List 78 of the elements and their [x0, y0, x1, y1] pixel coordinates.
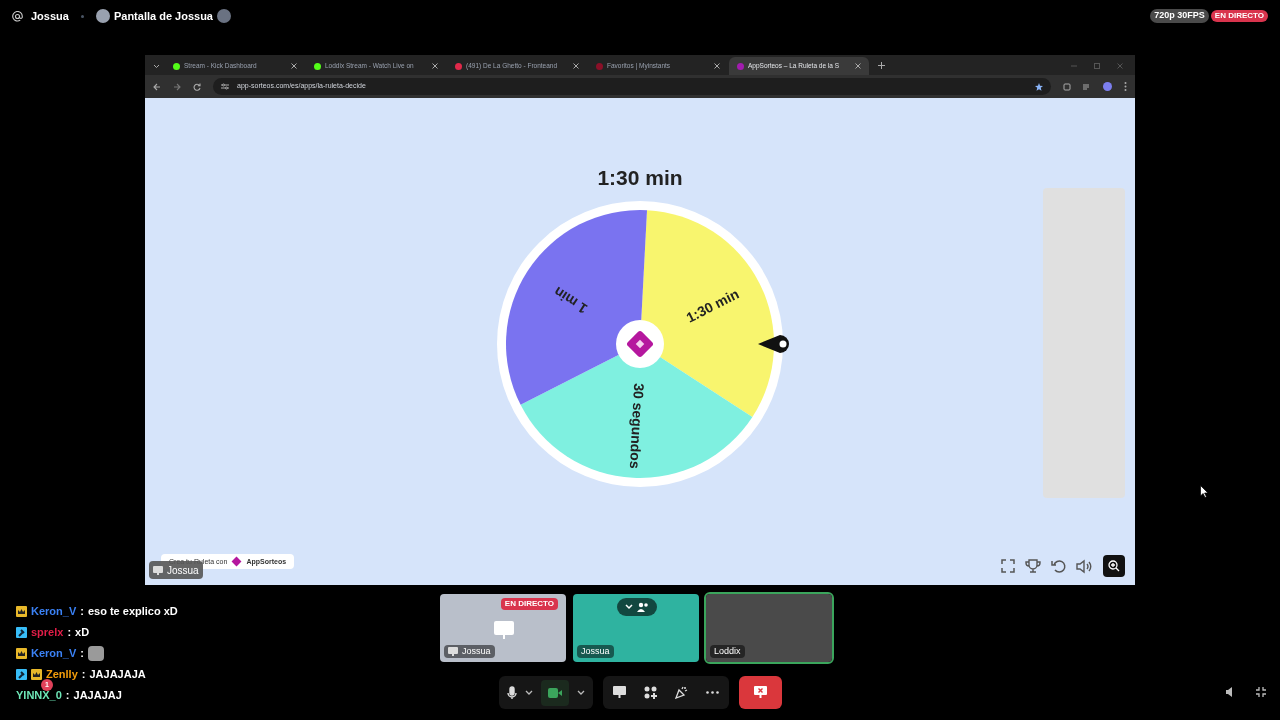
- party-popper-icon[interactable]: [675, 686, 688, 699]
- chat-message: JAJAJAJA: [89, 667, 146, 683]
- close-icon[interactable]: [573, 63, 579, 69]
- chat-separator: :: [67, 625, 72, 641]
- chat-username[interactable]: Keron_V: [31, 645, 77, 662]
- close-icon[interactable]: [855, 63, 861, 69]
- microphone-icon[interactable]: [507, 685, 517, 700]
- video-tile[interactable]: EN DIRECTO Jossua: [438, 592, 568, 664]
- screen-icon: [153, 565, 163, 575]
- segment-label: 1:30 min: [683, 285, 742, 326]
- result-title: 1:30 min: [597, 165, 683, 191]
- chevron-down-icon[interactable]: [577, 689, 585, 696]
- stream-title: Pantalla de Jossua: [113, 8, 213, 24]
- crown-badge-icon: [31, 669, 42, 680]
- quality-badge: 720p 30FPS: [1150, 9, 1209, 23]
- profile-icon[interactable]: [1103, 82, 1112, 91]
- camera-icon: [548, 687, 562, 698]
- crown-badge-icon: [16, 606, 27, 617]
- forward-icon[interactable]: [173, 82, 181, 91]
- media-icon[interactable]: [1083, 82, 1091, 91]
- share-screen-icon[interactable]: [613, 686, 626, 699]
- chat-username[interactable]: Keron_V: [31, 603, 77, 620]
- screen-icon: [448, 646, 458, 656]
- participant-name-text: Jossua: [462, 644, 491, 658]
- chat-message: JAJAJAJ: [73, 688, 122, 704]
- fullscreen-icon[interactable]: [1001, 559, 1015, 573]
- video-tile[interactable]: Jossua: [571, 592, 701, 664]
- screen-share-icon: [494, 621, 514, 639]
- trophy-icon[interactable]: [1025, 558, 1041, 574]
- people-icon: [637, 602, 649, 612]
- participant-name-text: Jossua: [581, 644, 610, 658]
- more-options-icon[interactable]: [706, 691, 719, 694]
- chat-message: eso te explico xD: [87, 604, 178, 620]
- hammer-badge-icon: [16, 627, 27, 638]
- wheel-hub-logo[interactable]: [616, 320, 664, 368]
- hammer-badge-icon: [16, 669, 27, 680]
- chat-separator: :: [80, 604, 84, 620]
- channel-name: Jossua: [31, 8, 69, 24]
- chat-separator: :: [80, 646, 84, 662]
- bookmark-star-icon[interactable]: [1035, 82, 1043, 91]
- extensions-icon[interactable]: [1063, 82, 1071, 91]
- chevron-down-icon: [625, 604, 633, 610]
- chevron-down-icon[interactable]: [525, 689, 533, 696]
- crown-badge-icon: [16, 648, 27, 659]
- close-icon[interactable]: [714, 63, 720, 69]
- zoom-in-icon: [1108, 560, 1120, 572]
- site-info-icon: [221, 83, 229, 90]
- close-icon[interactable]: [432, 63, 438, 69]
- mouse-cursor-icon: [1200, 485, 1209, 498]
- chat-message: xD: [75, 625, 90, 641]
- tile-options-button[interactable]: [617, 598, 657, 616]
- camera-toggle[interactable]: [541, 679, 569, 706]
- back-icon[interactable]: [153, 82, 161, 91]
- live-badge: EN DIRECTO: [1210, 10, 1268, 22]
- segment-label: 30 segundos: [626, 382, 648, 470]
- exit-fullscreen-icon[interactable]: [1255, 686, 1267, 698]
- video-tile[interactable]: Loddix: [704, 592, 834, 664]
- undo-icon[interactable]: [1051, 558, 1066, 574]
- chat-separator: :: [81, 667, 86, 683]
- chat-username[interactable]: sprelx: [31, 624, 64, 641]
- live-badge: EN DIRECTO: [500, 598, 558, 610]
- close-icon[interactable]: [291, 63, 297, 69]
- logo-icon: [231, 556, 243, 567]
- avatar-icon: [216, 9, 231, 23]
- menu-icon[interactable]: [1124, 82, 1127, 91]
- at-icon: [12, 10, 23, 22]
- activities-icon[interactable]: [644, 686, 657, 699]
- volume-icon[interactable]: [1076, 558, 1093, 574]
- participant-name-text: Loddix: [714, 644, 741, 658]
- stop-screen-share-icon: [754, 686, 767, 699]
- chat-separator: :: [65, 688, 70, 704]
- new-tab-icon[interactable]: [878, 62, 885, 69]
- segment-label: 1 min: [550, 283, 591, 318]
- chevron-down-icon[interactable]: [153, 64, 160, 69]
- avatar-icon: [95, 9, 110, 23]
- end-stream-button[interactable]: [739, 676, 782, 709]
- zoom-button[interactable]: [1103, 555, 1125, 577]
- reload-icon[interactable]: [193, 82, 201, 91]
